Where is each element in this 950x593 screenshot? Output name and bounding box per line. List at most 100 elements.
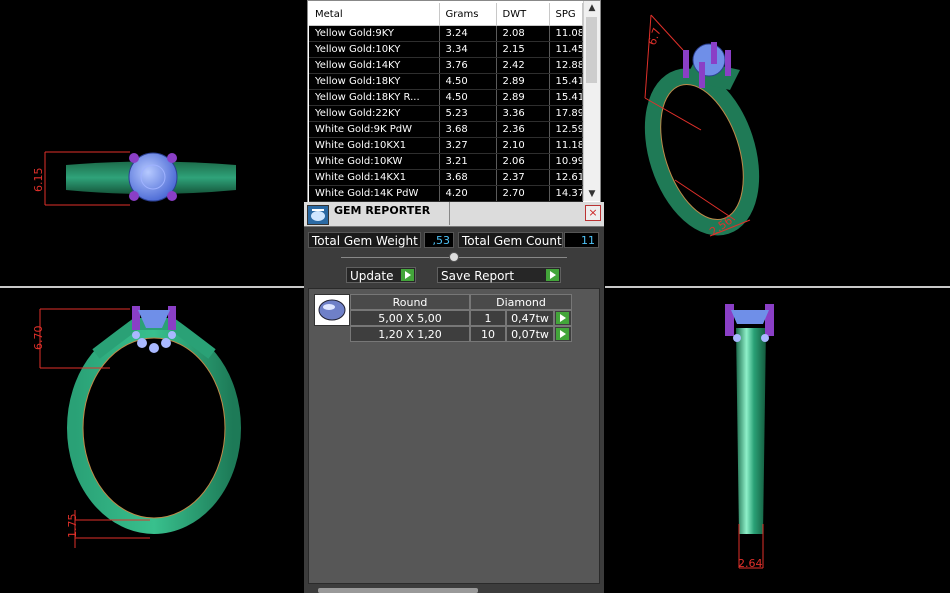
viewport-top-right[interactable]: 6.7 2.56	[605, 0, 950, 286]
prong	[725, 304, 734, 336]
dimension-label: 6.15	[32, 168, 45, 193]
viewport-bottom-left[interactable]: 6.70 1.75	[0, 288, 305, 593]
metal-cell: Yellow Gold:18KY	[309, 73, 440, 90]
total-gem-count-value: 11	[564, 232, 599, 248]
close-icon[interactable]: ×	[585, 205, 601, 221]
table-row[interactable]: Yellow Gold:9KY 3.24 2.08 11.08	[309, 25, 583, 42]
viewport-divider[interactable]	[605, 286, 950, 288]
table-row[interactable]: White Gold:10KX1 3.27 2.10 11.18	[309, 137, 583, 154]
metal-cell: White Gold:14KX1	[309, 169, 440, 186]
save-report-button[interactable]: Save Report	[437, 267, 561, 283]
dwt-cell: 2.36	[496, 121, 550, 138]
prong	[168, 306, 176, 330]
column-header-grams[interactable]: Grams	[439, 3, 497, 26]
ring-shank	[67, 322, 241, 534]
gem-list: Round Diamond 5,00 X 5,00 1 0,47tw 1,20 …	[308, 288, 600, 584]
prong	[129, 153, 139, 163]
round-gem-icon	[314, 294, 350, 326]
gem-count-cell: 10	[470, 326, 506, 342]
total-gem-weight-value: ,53	[424, 232, 454, 248]
grams-cell: 5.23	[439, 105, 497, 122]
gem-reporter-panel: GEM REPORTER × Total Gem Weight ,53 Tota…	[304, 202, 604, 593]
ring-side-view: 2.64	[725, 304, 774, 570]
viewport-divider[interactable]	[0, 286, 305, 288]
table-row[interactable]: White Gold:14K PdW 4.20 2.70 14.37	[309, 185, 583, 202]
scrollbar-thumb[interactable]	[586, 17, 597, 83]
dwt-cell: 2.06	[496, 153, 550, 170]
metal-cell: White Gold:14K PdW	[309, 185, 440, 202]
save-report-button-label: Save Report	[441, 269, 515, 283]
spg-cell: 12.88	[549, 57, 583, 74]
table-row[interactable]: White Gold:14KX1 3.68 2.37 12.61	[309, 169, 583, 186]
metal-weight-table: Metal Grams DWT SPG Yellow Gold:9KY 3.24 2…	[309, 3, 583, 202]
gem-list-horizontal-scrollbar[interactable]	[318, 588, 478, 593]
grams-cell: 3.68	[439, 169, 497, 186]
table-row[interactable]: Yellow Gold:10KY 3.34 2.15 11.45	[309, 41, 583, 58]
prong	[129, 191, 139, 201]
column-header-dwt[interactable]: DWT	[496, 3, 550, 26]
table-header-row: Metal Grams DWT SPG	[309, 3, 583, 26]
metal-cell: White Gold:10KW	[309, 153, 440, 170]
spg-cell: 15.41	[549, 73, 583, 90]
prong	[699, 62, 705, 88]
grams-cell: 3.34	[439, 41, 497, 58]
play-icon	[556, 312, 569, 324]
spg-cell: 11.18	[549, 137, 583, 154]
metal-cell: Yellow Gold:22KY	[309, 105, 440, 122]
column-header-metal[interactable]: Metal	[309, 3, 440, 26]
grams-cell: 4.50	[439, 73, 497, 90]
ring-top-view: 6.15	[32, 151, 236, 206]
gem-weight-cell: 0,07tw	[506, 326, 554, 342]
dwt-cell: 2.37	[496, 169, 550, 186]
ring-front-view: 6.70 1.75	[32, 306, 241, 548]
grams-cell: 3.76	[439, 57, 497, 74]
accent-gem	[149, 343, 159, 353]
spg-cell: 17.89	[549, 105, 583, 122]
table-row[interactable]: Yellow Gold:14KY 3.76 2.42 12.88	[309, 57, 583, 74]
spg-cell: 14.37	[549, 185, 583, 202]
viewport-bottom-right[interactable]: 2.64	[605, 288, 950, 593]
column-header-spg[interactable]: SPG	[549, 3, 583, 26]
table-row[interactable]: Yellow Gold:22KY 5.23 3.36 17.89	[309, 105, 583, 122]
spg-cell: 12.59	[549, 121, 583, 138]
table-row[interactable]: Yellow Gold:18KY R... 4.50 2.89 15.41	[309, 89, 583, 106]
dwt-cell: 2.70	[496, 185, 550, 202]
metal-cell: Yellow Gold:10KY	[309, 41, 440, 58]
dwt-cell: 2.08	[496, 25, 550, 42]
table-row[interactable]: Yellow Gold:18KY 4.50 2.89 15.41	[309, 73, 583, 90]
ring-shank	[736, 328, 766, 534]
grams-cell: 3.27	[439, 137, 497, 154]
play-icon	[401, 269, 414, 281]
ring-shank	[644, 68, 760, 236]
spg-cell: 10.99	[549, 153, 583, 170]
prong	[167, 191, 177, 201]
splitter-handle[interactable]	[449, 252, 459, 262]
metal-cell: Yellow Gold:18KY R...	[309, 89, 440, 106]
grams-cell: 3.21	[439, 153, 497, 170]
metal-table-scrollbar[interactable]: ▲ ▼	[583, 1, 600, 201]
gem-row-action-button[interactable]	[554, 326, 572, 342]
dwt-cell: 2.10	[496, 137, 550, 154]
dimension-label: 1.75	[66, 514, 79, 539]
prong	[683, 50, 689, 78]
spg-cell: 15.41	[549, 89, 583, 106]
gem-row-action-button[interactable]	[554, 310, 572, 326]
table-row[interactable]: White Gold:10KW 3.21 2.06 10.99	[309, 153, 583, 170]
chevron-up-icon[interactable]: ▲	[584, 1, 600, 15]
chevron-down-icon[interactable]: ▼	[584, 187, 600, 201]
gem-type-header: Diamond	[470, 294, 572, 310]
gem-reporter-titlebar[interactable]: GEM REPORTER ×	[304, 202, 604, 227]
viewport-top-left[interactable]: 6.15	[0, 0, 305, 286]
metal-weight-table-panel: Metal Grams DWT SPG Yellow Gold:9KY 3.24 2…	[307, 0, 601, 203]
update-button[interactable]: Update	[346, 267, 416, 283]
dimension-label: 2.64	[738, 557, 763, 570]
metal-cell: Yellow Gold:9KY	[309, 25, 440, 42]
prong	[765, 304, 774, 336]
accent-gem	[137, 338, 147, 348]
table-row[interactable]: White Gold:9K PdW 3.68 2.36 12.59	[309, 121, 583, 138]
dwt-cell: 2.89	[496, 73, 550, 90]
grams-cell: 3.24	[439, 25, 497, 42]
grams-cell: 4.50	[439, 89, 497, 106]
play-icon	[546, 269, 559, 281]
dimension-label: 6.7	[646, 26, 664, 47]
